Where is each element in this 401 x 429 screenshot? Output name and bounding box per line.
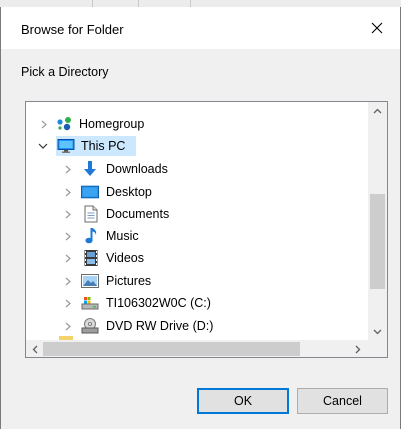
tree-item-pictures[interactable]: Pictures [26, 270, 366, 292]
folder-tree[interactable]: Homegroup This PC Downloads Desktop Docu… [25, 101, 388, 358]
close-icon [371, 22, 383, 34]
scrollbar-corner [368, 340, 387, 357]
chevron-right-icon[interactable] [62, 181, 74, 203]
chevron-right-icon[interactable] [62, 292, 74, 314]
chevron-right-icon[interactable] [38, 113, 50, 135]
dvd-drive-icon [81, 317, 99, 335]
chevron-up-icon [373, 108, 382, 113]
tree-item-documents[interactable]: Documents [26, 203, 366, 225]
tree-item-label: This PC [81, 139, 126, 153]
downloads-icon [81, 160, 99, 178]
chevron-right-icon[interactable] [62, 203, 74, 225]
chevron-down-icon[interactable] [37, 135, 49, 157]
homegroup-icon [56, 115, 74, 133]
tree-item-label: TI106302W0C (C:) [106, 296, 211, 310]
tree-item-dvd-drive[interactable]: DVD RW Drive (D:) [26, 315, 366, 337]
tree-item-this-pc[interactable]: This PC [26, 135, 366, 157]
tree-item-music[interactable]: Music [26, 225, 366, 247]
tree-item-label: DVD RW Drive (D:) [106, 319, 214, 333]
tree-item-label: Music [106, 229, 139, 243]
videos-icon [82, 249, 100, 267]
prompt-text: Pick a Directory [21, 65, 109, 79]
chevron-right-icon[interactable] [62, 247, 74, 269]
pc-icon [57, 137, 75, 155]
scroll-right-button[interactable] [349, 340, 366, 357]
horizontal-scroll-thumb[interactable] [43, 342, 300, 356]
chevron-down-icon [373, 329, 382, 334]
desktop-icon [81, 183, 99, 201]
tree-item-downloads[interactable]: Downloads [26, 158, 366, 180]
horizontal-scrollbar[interactable] [26, 340, 368, 357]
tree-item-videos[interactable]: Videos [26, 247, 366, 269]
title-bar[interactable]: Browse for Folder [1, 7, 400, 49]
tree-item-label: Desktop [106, 185, 152, 199]
tree-item-label: Downloads [106, 162, 168, 176]
scroll-left-button[interactable] [26, 340, 43, 357]
documents-icon [82, 205, 100, 223]
drive-icon [81, 294, 99, 312]
music-icon [82, 227, 100, 245]
chevron-right-icon[interactable] [62, 225, 74, 247]
vertical-scroll-thumb[interactable] [370, 194, 385, 289]
chevron-right-icon[interactable] [62, 158, 74, 180]
ok-button[interactable]: OK [197, 388, 289, 414]
browse-folder-dialog: Browse for Folder Pick a Directory Homeg… [0, 7, 401, 429]
scroll-up-button[interactable] [368, 102, 387, 119]
chevron-left-icon [32, 345, 37, 353]
chevron-right-icon [355, 345, 360, 353]
tree-item-desktop[interactable]: Desktop [26, 181, 366, 203]
close-button[interactable] [357, 13, 397, 43]
cancel-button[interactable]: Cancel [297, 388, 388, 414]
tree-item-label: Pictures [106, 274, 152, 288]
tree-item-label: Homegroup [79, 117, 145, 131]
vertical-scrollbar[interactable] [368, 102, 387, 340]
tree-item-label: Videos [106, 251, 144, 265]
tree-item-homegroup[interactable]: Homegroup [26, 113, 366, 135]
dialog-title: Browse for Folder [21, 22, 124, 37]
scroll-down-button[interactable] [368, 323, 387, 340]
chevron-right-icon[interactable] [62, 270, 74, 292]
tree-item-label: Documents [106, 207, 170, 221]
tree-item-c-drive[interactable]: TI106302W0C (C:) [26, 292, 366, 314]
pictures-icon [81, 272, 99, 290]
chevron-right-icon[interactable] [62, 315, 74, 337]
